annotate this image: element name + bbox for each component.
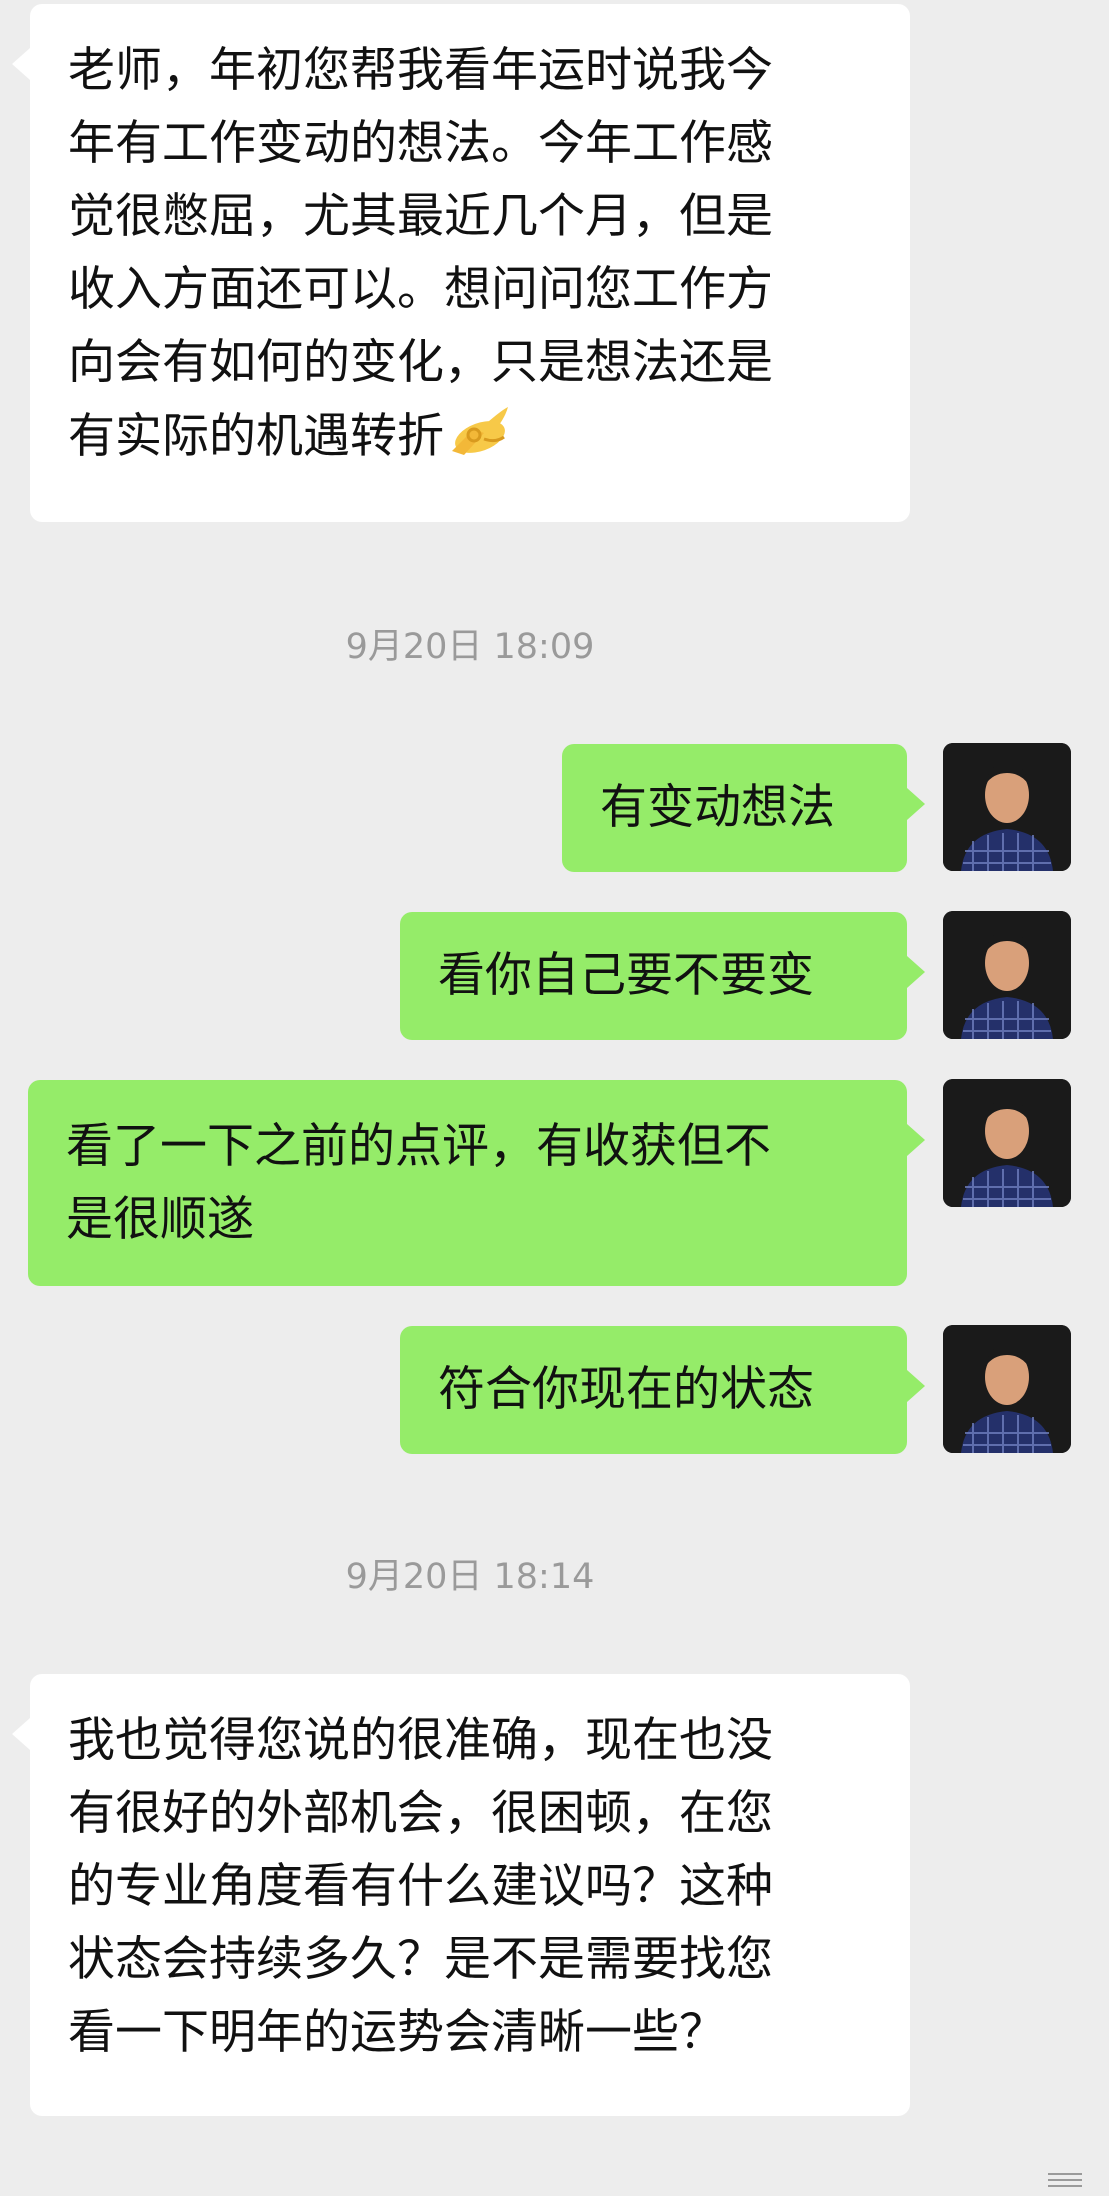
- incoming-message-1[interactable]: 老师，年初您帮我看年运时说我今 年有工作变动的想法。今年工作感 觉很憋屈，尤其最…: [12, 4, 910, 522]
- message-line: 我也觉得您说的很准确，现在也没: [68, 1713, 773, 1768]
- message-line: 向会有如何的变化，只是想法还是: [68, 335, 773, 390]
- message-line: 收入方面还可以。想问问您工作方: [68, 262, 773, 317]
- message-text: 符合你现在的状态: [438, 1362, 814, 1417]
- message-text: 有变动想法: [600, 780, 835, 835]
- person-avatar-icon: [943, 743, 1071, 871]
- outgoing-message-4[interactable]: 看了一下之前的点评，有收获但不 是很顺遂: [28, 1080, 925, 1286]
- message-line: 有实际的机遇转折: [68, 399, 872, 480]
- message-line: 看一下明年的运势会清晰一些？: [68, 2005, 726, 2060]
- message-line: 看了一下之前的点评，有收获但不: [66, 1119, 771, 1174]
- message-line: 状态会持续多久？是不是需要找您: [68, 1932, 773, 1987]
- message-line: 有很好的外部机会，很困顿，在您: [68, 1786, 773, 1841]
- person-avatar-icon: [943, 1325, 1071, 1453]
- person-avatar-icon: [943, 1079, 1071, 1207]
- message-line: 是很顺遂: [66, 1192, 254, 1247]
- timestamp: 9月20日 18:09: [345, 627, 595, 667]
- avatar[interactable]: [943, 743, 1071, 871]
- message-line: 觉很憋屈，尤其最近几个月，但是: [68, 189, 773, 244]
- message-text: 有实际的机遇转折: [68, 409, 444, 464]
- outgoing-message-5[interactable]: 符合你现在的状态: [400, 1326, 925, 1454]
- outgoing-message-3[interactable]: 看你自己要不要变: [400, 912, 925, 1040]
- person-avatar-icon: [943, 911, 1071, 1039]
- message-text: 看你自己要不要变: [438, 948, 814, 1003]
- avatar[interactable]: [943, 1325, 1071, 1453]
- incoming-message-7[interactable]: 我也觉得您说的很准确，现在也没 有很好的外部机会，很困顿，在您 的专业角度看有什…: [12, 1674, 910, 2116]
- avatar[interactable]: [943, 911, 1071, 1039]
- message-line: 老师，年初您帮我看年运时说我今: [68, 43, 773, 98]
- message-line: 年有工作变动的想法。今年工作感: [68, 116, 773, 171]
- scroll-handle-icon[interactable]: [1040, 2170, 1090, 2190]
- avatar[interactable]: [943, 1079, 1071, 1207]
- message-line: 的专业角度看有什么建议吗？这种: [68, 1859, 773, 1914]
- timestamp: 9月20日 18:14: [345, 1557, 595, 1597]
- ok-hand-emoji-icon: [444, 399, 514, 480]
- outgoing-message-2[interactable]: 有变动想法: [562, 744, 925, 872]
